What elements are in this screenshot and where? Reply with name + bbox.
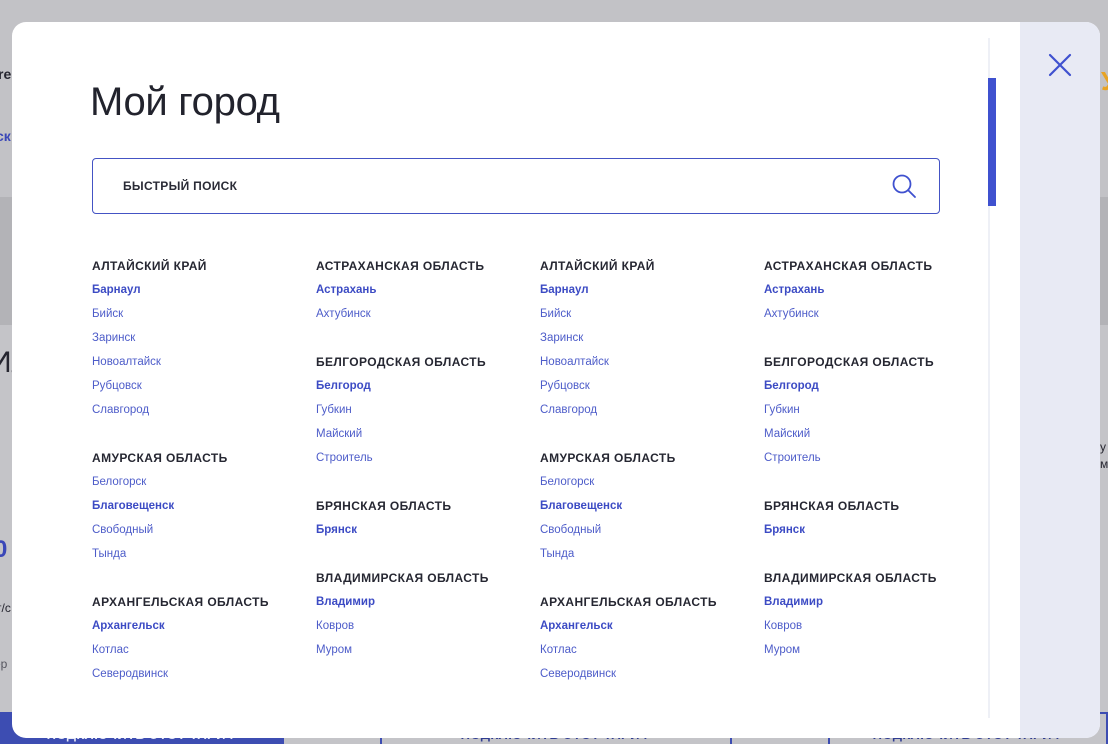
quick-search-input[interactable] (93, 159, 873, 212)
city-link[interactable]: Астрахань (764, 278, 988, 302)
city-link[interactable]: Астрахань (316, 278, 540, 302)
city-link[interactable]: Белгород (316, 374, 540, 398)
modal-title: Мой город (90, 80, 280, 124)
close-icon (1048, 53, 1072, 77)
background-text: re (0, 66, 12, 82)
city-link[interactable]: Ковров (316, 614, 540, 638)
city-link[interactable]: Котлас (540, 638, 764, 662)
city-link[interactable]: Рубцовск (92, 374, 316, 398)
region-title: АЛТАЙСКИЙ КРАЙ (92, 259, 207, 273)
city-link[interactable]: Благовещенск (540, 494, 764, 518)
city-link[interactable]: Свободный (540, 518, 764, 542)
city-link[interactable]: Владимир (316, 590, 540, 614)
city-link[interactable]: Барнаул (92, 278, 316, 302)
region-group: ВЛАДИМИРСКАЯ ОБЛАСТЬ Владимир Ковров Муром (316, 566, 540, 662)
region-title: БЕЛГОРОДСКАЯ ОБЛАСТЬ (764, 355, 934, 369)
city-link[interactable]: Губкин (316, 398, 540, 422)
city-column: АЛТАЙСКИЙ КРАЙ Барнаул Бийск Заринск Новоалт… (540, 254, 764, 710)
city-link[interactable]: Благовещенск (92, 494, 316, 518)
city-link[interactable]: Строитель (316, 446, 540, 470)
city-link[interactable]: Майский (316, 422, 540, 446)
city-select-modal: Мой город АЛТАЙСКИЙ КРАЙБарнаулБийскЗари… (12, 22, 1100, 738)
region-group: АЛТАЙСКИЙ КРАЙ Барнаул Бийск Заринск Новоалт… (92, 254, 316, 422)
city-link[interactable]: Славгород (540, 398, 764, 422)
city-link[interactable]: Губкин (764, 398, 988, 422)
region-title: АСТРАХАНСКАЯ ОБЛАСТЬ (316, 259, 485, 273)
background-link: ск (0, 128, 11, 144)
quick-search-box (92, 158, 940, 214)
city-link[interactable]: Тында (92, 542, 316, 566)
city-link[interactable]: Брянск (764, 518, 988, 542)
region-title: АРХАНГЕЛЬСКАЯ ОБЛАСТЬ (540, 595, 717, 609)
city-link[interactable]: Брянск (316, 518, 540, 542)
region-title: АМУРСКАЯ ОБЛАСТЬ (92, 451, 228, 465)
city-link[interactable]: Рубцовск (540, 374, 764, 398)
region-group: АМУРСКАЯ ОБЛАСТЬ Белогорск Благовещенск Сво… (540, 446, 764, 566)
region-title: АРХАНГЕЛЬСКАЯ ОБЛАСТЬ (92, 595, 269, 609)
city-link[interactable]: Тында (540, 542, 764, 566)
region-group: АЛТАЙСКИЙ КРАЙ Барнаул Бийск Заринск Новоалт… (540, 254, 764, 422)
region-group: БЕЛГОРОДСКАЯ ОБЛАСТЬ Белгород Губкин Майски… (316, 350, 540, 470)
region-title: БЕЛГОРОДСКАЯ ОБЛАСТЬ (316, 355, 486, 369)
city-link[interactable]: Муром (316, 638, 540, 662)
region-title: АМУРСКАЯ ОБЛАСТЬ (540, 451, 676, 465)
region-group: АРХАНГЕЛЬСКАЯ ОБЛАСТЬ Архангельск Котлас Се… (540, 590, 764, 686)
region-title: ВЛАДИМИРСКАЯ ОБЛАСТЬ (316, 571, 489, 585)
region-group: БРЯНСКАЯ ОБЛАСТЬ Брянск (316, 494, 540, 542)
city-link[interactable]: Белогорск (540, 470, 764, 494)
region-title: АСТРАХАНСКАЯ ОБЛАСТЬ (764, 259, 933, 273)
city-link[interactable]: Владимир (764, 590, 988, 614)
city-link[interactable]: Ахтубинск (764, 302, 988, 326)
city-link[interactable]: Архангельск (92, 614, 316, 638)
region-group: БЕЛГОРОДСКАЯ ОБЛАСТЬ Белгород Губкин Майски… (764, 350, 988, 470)
search-button[interactable] (891, 173, 917, 199)
city-link[interactable]: Котлас (92, 638, 316, 662)
city-column: АСТРАХАНСКАЯ ОБЛАСТЬ Астрахань Ахтубинск БЕ… (316, 254, 540, 686)
region-title: БРЯНСКАЯ ОБЛАСТЬ (764, 499, 900, 513)
city-link[interactable]: Строитель (764, 446, 988, 470)
region-group: АРХАНГЕЛЬСКАЯ ОБЛАСТЬ Архангельск Котлас Се… (92, 590, 316, 686)
background-logo-fragment: У (1101, 66, 1108, 97)
region-group: АСТРАХАНСКАЯ ОБЛАСТЬ Астрахань Ахтубинск (764, 254, 988, 326)
city-link[interactable]: Ахтубинск (316, 302, 540, 326)
region-title: ВЛАДИМИРСКАЯ ОБЛАСТЬ (764, 571, 937, 585)
city-link[interactable]: Заринск (540, 326, 764, 350)
city-link[interactable]: Белгород (764, 374, 988, 398)
city-link[interactable]: Бийск (92, 302, 316, 326)
city-link[interactable]: Белогорск (92, 470, 316, 494)
region-group: АСТРАХАНСКАЯ ОБЛАСТЬ Астрахань Ахтубинск (316, 254, 540, 326)
region-title: АЛТАЙСКИЙ КРАЙ (540, 259, 655, 273)
background-text: м (1100, 457, 1108, 471)
city-link[interactable]: Архангельск (540, 614, 764, 638)
city-link[interactable]: Муром (764, 638, 988, 662)
city-link[interactable]: Славгород (92, 398, 316, 422)
region-group: БРЯНСКАЯ ОБЛАСТЬ Брянск (764, 494, 988, 542)
background-number: 0 (0, 536, 8, 563)
city-link[interactable]: Барнаул (540, 278, 764, 302)
city-link[interactable]: Свободный (92, 518, 316, 542)
region-group: АМУРСКАЯ ОБЛАСТЬ Белогорск Благовещенск Сво… (92, 446, 316, 566)
city-column: АСТРАХАНСКАЯ ОБЛАСТЬ Астрахань Ахтубинск БЕ… (764, 254, 988, 686)
background-text: т/с (0, 601, 11, 615)
city-link[interactable]: Северодвинск (92, 662, 316, 686)
modal-side-panel (1020, 22, 1100, 738)
city-link[interactable]: Бийск (540, 302, 764, 326)
city-link[interactable]: Новоалтайск (540, 350, 764, 374)
city-link[interactable]: Северодвинск (540, 662, 764, 686)
city-link[interactable]: Майский (764, 422, 988, 446)
city-column: АЛТАЙСКИЙ КРАЙ Барнаул Бийск Заринск Новоалт… (92, 254, 316, 710)
background-text: ер (0, 657, 8, 671)
search-icon (892, 174, 916, 198)
city-link[interactable]: Заринск (92, 326, 316, 350)
city-link[interactable]: Ковров (764, 614, 988, 638)
city-link[interactable]: Новоалтайск (92, 350, 316, 374)
region-group: ВЛАДИМИРСКАЯ ОБЛАСТЬ Владимир Ковров Муром (764, 566, 988, 662)
close-button[interactable] (1046, 51, 1074, 79)
background-text: у (1100, 440, 1106, 454)
scrollbar-thumb[interactable] (988, 78, 996, 206)
region-title: БРЯНСКАЯ ОБЛАСТЬ (316, 499, 452, 513)
